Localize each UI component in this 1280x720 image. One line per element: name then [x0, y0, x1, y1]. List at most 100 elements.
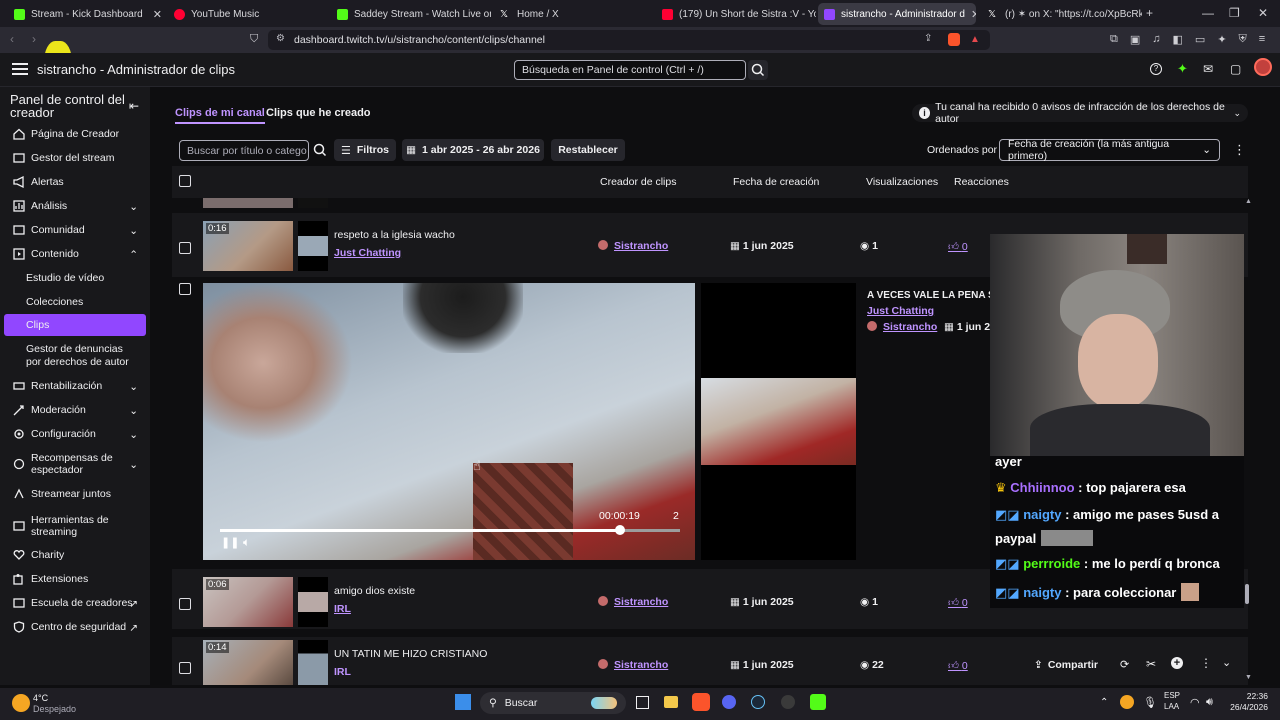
- taskbar-search[interactable]: ⚲ Buscar: [480, 692, 626, 714]
- sidebar-item-alerts[interactable]: Alertas: [4, 171, 146, 193]
- clip-category-link[interactable]: Just Chatting: [867, 305, 934, 317]
- status-sparkle-icon[interactable]: ✦: [1177, 61, 1188, 77]
- dashboard-search-input[interactable]: Búsqueda en Panel de control (Ctrl + /): [514, 60, 746, 80]
- sidebar-item-charity[interactable]: Charity: [4, 544, 146, 566]
- vpn-icon[interactable]: ⛨: [1239, 33, 1247, 47]
- chevron-up-icon[interactable]: ⌃: [1100, 697, 1108, 708]
- clip-title[interactable]: respeto a la iglesia wacho: [334, 229, 455, 241]
- clip-category-link[interactable]: Just Chatting: [334, 247, 401, 259]
- refresh-icon[interactable]: ⟳: [1120, 658, 1129, 671]
- clip-title[interactable]: A VECES VALE LA PENA SA: [867, 290, 990, 301]
- back-icon[interactable]: ‹: [10, 32, 14, 46]
- obs-icon[interactable]: [781, 695, 795, 709]
- add-icon[interactable]: +: [1171, 657, 1183, 669]
- close-window-icon[interactable]: ✕: [1258, 6, 1268, 20]
- clip-thumbnail-vertical[interactable]: [298, 221, 328, 271]
- tray-app-icon[interactable]: [1120, 695, 1134, 709]
- brave-shield-icon[interactable]: [948, 33, 960, 46]
- clip-creator-link[interactable]: Sistrancho: [598, 596, 668, 608]
- sidebar-item-stream-manager[interactable]: Gestor del stream: [4, 147, 146, 169]
- clip-creator-link[interactable]: Sistrancho: [598, 659, 668, 671]
- task-view-icon[interactable]: [636, 696, 649, 709]
- clock-date[interactable]: 26/4/2026: [1228, 702, 1268, 712]
- clip-search-input[interactable]: Buscar por título o catego: [179, 140, 309, 161]
- clip-thumbnail[interactable]: 0:06: [203, 577, 293, 627]
- sidebar-subitem-clips[interactable]: Clips: [4, 314, 146, 336]
- minimize-icon[interactable]: —: [1202, 6, 1214, 20]
- player-scrub-handle[interactable]: [615, 525, 625, 535]
- wifi-icon[interactable]: ◠: [1190, 696, 1200, 709]
- sidebar-item-viewer-rewards[interactable]: Recompensas de espectador ⌄: [4, 450, 146, 478]
- browser-tab[interactable]: (179) Un Short de Sistra :V - YouTube: [656, 3, 816, 25]
- sidebar-item-streaming-tools[interactable]: Herramientas de streaming: [4, 512, 146, 540]
- sidebar-item-stream-together[interactable]: Streamear juntos: [4, 483, 146, 505]
- panel-icon[interactable]: ◧: [1173, 33, 1183, 47]
- close-icon[interactable]: ✕: [971, 8, 976, 21]
- sidebar-item-creator-page[interactable]: Página de Creador: [4, 123, 146, 145]
- weather-icon[interactable]: [12, 694, 30, 712]
- clip-category-link[interactable]: IRL: [334, 666, 351, 676]
- column-header-creator[interactable]: Creador de clips: [600, 176, 676, 188]
- more-options-icon[interactable]: ⋮: [1233, 142, 1246, 158]
- sidebar-item-settings[interactable]: Configuración ⌄: [4, 423, 146, 445]
- sidebar-item-analytics[interactable]: Análisis ⌄: [4, 195, 146, 217]
- row-checkbox[interactable]: [179, 662, 191, 674]
- collapse-sidebar-icon[interactable]: ⇤: [129, 99, 139, 113]
- inbox-icon[interactable]: ✉: [1203, 62, 1213, 76]
- menu-icon[interactable]: ≡: [1259, 33, 1265, 47]
- windows-start-icon[interactable]: [455, 694, 471, 710]
- site-info-icon[interactable]: ⚙: [276, 33, 285, 44]
- bookmark-icon[interactable]: ⛉: [250, 33, 258, 46]
- sidebar-item-monetization[interactable]: Rentabilización ⌄: [4, 375, 146, 397]
- more-options-icon[interactable]: ⋮: [1200, 656, 1212, 670]
- volume-icon[interactable]: 🔊︎: [1206, 696, 1213, 709]
- hamburger-menu-icon[interactable]: [12, 63, 28, 75]
- sidebar-subitem-collections[interactable]: Colecciones: [26, 296, 83, 308]
- filters-button[interactable]: ☰ Filtros: [334, 139, 396, 161]
- music-icon[interactable]: ♫: [1152, 33, 1160, 47]
- browser-tab-active[interactable]: sistrancho - Administrador d ✕: [818, 3, 976, 25]
- column-header-reactions[interactable]: Reacciones: [954, 176, 1009, 188]
- clip-title[interactable]: UN TATIN ME HIZO CRISTIANO: [334, 648, 487, 660]
- clip-thumbnail-vertical[interactable]: [298, 577, 328, 627]
- brave-browser-icon[interactable]: [692, 693, 710, 711]
- chevron-down-icon[interactable]: ⌄: [1222, 656, 1231, 669]
- microphone-icon[interactable]: 🎙︎: [1143, 696, 1157, 709]
- clip-thumbnail-vertical[interactable]: [298, 640, 328, 685]
- sort-select[interactable]: Fecha de creación (la más antigua primer…: [999, 138, 1220, 162]
- scroll-up-icon[interactable]: ▲: [1245, 198, 1252, 205]
- sidebar-item-safety-center[interactable]: Centro de seguridad ↗: [4, 616, 146, 638]
- scissors-icon[interactable]: ✂: [1146, 657, 1156, 671]
- language-indicator[interactable]: ESP: [1164, 691, 1180, 700]
- scrollbar-thumb[interactable]: [1245, 584, 1249, 604]
- clip-likes[interactable]: 👍︎ 0: [948, 596, 968, 609]
- clip-thumbnail[interactable]: 0:14: [203, 640, 293, 685]
- browser-tab[interactable]: 𝕏 Home / X: [494, 3, 654, 25]
- tab-clips-i-created[interactable]: Clips que he creado: [266, 107, 371, 119]
- brave-rewards-icon[interactable]: ▲: [970, 34, 980, 45]
- select-all-checkbox[interactable]: [179, 175, 191, 187]
- sidebar-subitem-video-studio[interactable]: Estudio de vídeo: [26, 272, 104, 284]
- wallet-icon[interactable]: ▭: [1195, 33, 1205, 47]
- browser-tab[interactable]: Saddey Stream - Watch Live on K: [331, 3, 491, 25]
- clock-time[interactable]: 22:36: [1228, 691, 1268, 701]
- sidebar-item-content[interactable]: Contenido ⌃: [4, 243, 146, 265]
- extensions-icon[interactable]: ⧉: [1110, 33, 1118, 47]
- clip-category-link[interactable]: IRL: [334, 603, 351, 615]
- share-button[interactable]: ⇪ Compartir: [1034, 655, 1114, 675]
- steam-icon[interactable]: [751, 695, 765, 709]
- row-checkbox[interactable]: [179, 598, 191, 610]
- sidebar-item-moderation[interactable]: Moderación ⌄: [4, 399, 146, 421]
- kick-app-icon[interactable]: [810, 694, 826, 710]
- clip-creator-link[interactable]: Sistrancho: [867, 321, 937, 333]
- clip-video-player[interactable]: 00:00:19 2 ❚❚ 🔈︎ ☝: [203, 283, 695, 560]
- url-bar[interactable]: ⚙ dashboard.twitch.tv/u/sistrancho/conte…: [268, 30, 990, 50]
- browser-tab[interactable]: Stream - Kick Dashboard ✕: [8, 3, 168, 25]
- file-explorer-icon[interactable]: [664, 696, 678, 708]
- search-button[interactable]: [748, 60, 768, 80]
- share-icon[interactable]: ⇪: [924, 33, 932, 44]
- discord-icon[interactable]: [722, 695, 736, 709]
- clip-vertical-preview[interactable]: [701, 283, 856, 560]
- pause-icon[interactable]: ❚❚: [221, 536, 239, 549]
- leo-icon[interactable]: ✦: [1217, 33, 1226, 47]
